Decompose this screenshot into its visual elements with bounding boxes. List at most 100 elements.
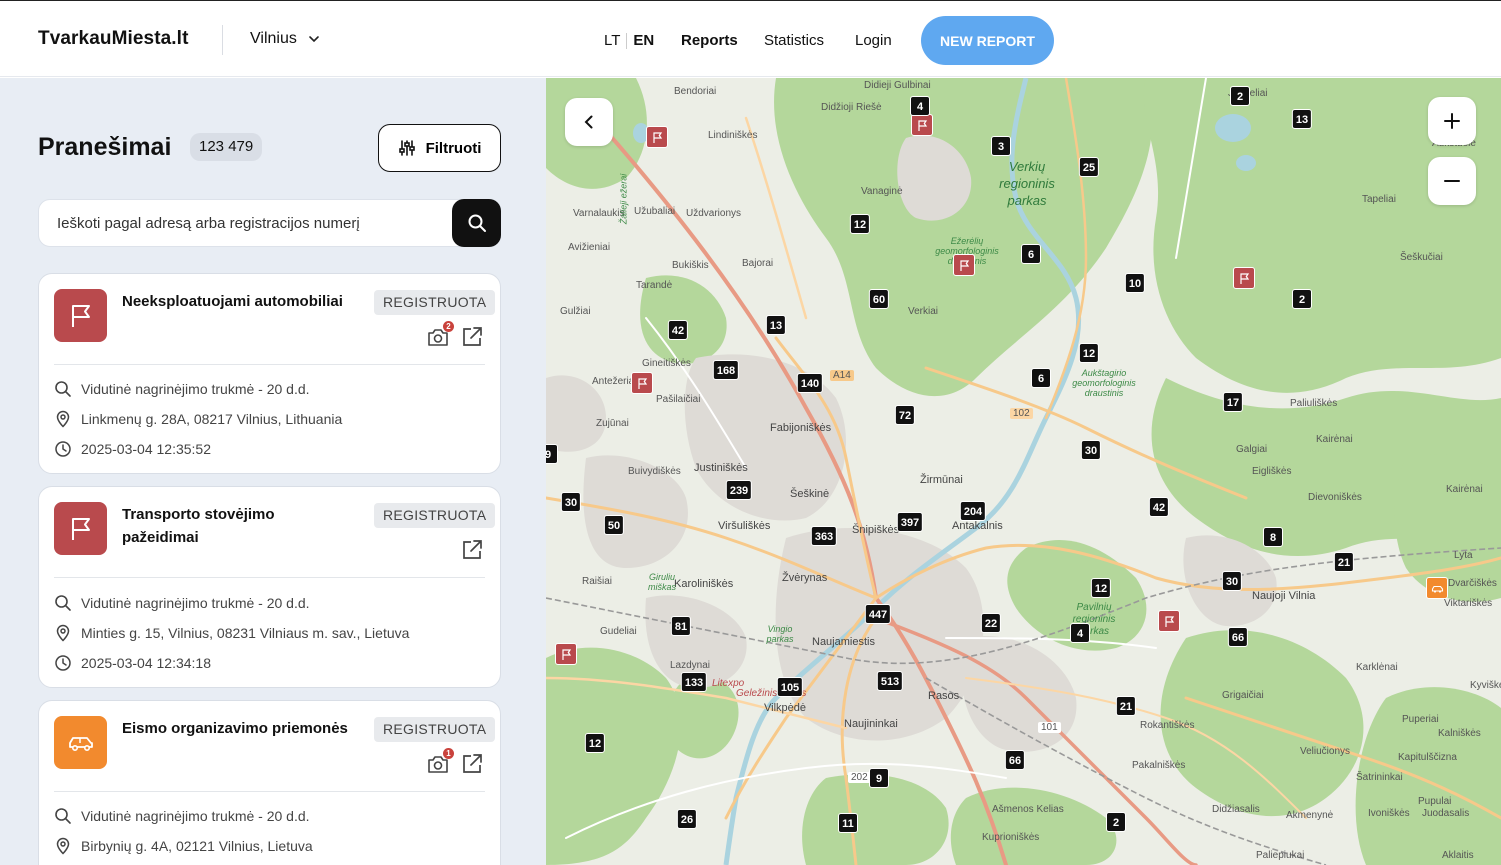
photo-count-badge: 2 — [443, 321, 454, 332]
map-cluster[interactable]: 9 — [546, 444, 558, 464]
new-report-button[interactable]: NEW REPORT — [921, 16, 1054, 65]
report-card[interactable]: Eismo organizavimo priemonės REGISTRUOTA… — [38, 700, 501, 865]
report-card[interactable]: Transporto stovėjimo pažeidimai REGISTRU… — [38, 486, 501, 688]
zoom-in-button[interactable] — [1428, 97, 1476, 145]
map-report-marker[interactable] — [555, 643, 577, 665]
filter-button[interactable]: Filtruoti — [378, 124, 501, 172]
search-button[interactable] — [452, 199, 501, 247]
lang-en[interactable]: EN — [633, 32, 654, 49]
map-cluster[interactable]: 12 — [1090, 578, 1112, 598]
map-cluster[interactable]: 6 — [1021, 244, 1041, 264]
map-cluster[interactable]: 30 — [1221, 571, 1243, 591]
map-label: Eigliškės — [1252, 466, 1292, 477]
map-cluster[interactable]: 21 — [1333, 552, 1355, 572]
map-cluster[interactable]: 10 — [1124, 273, 1146, 293]
flag-icon — [917, 119, 927, 131]
map-cluster[interactable]: 12 — [1078, 343, 1100, 363]
map-cluster[interactable]: 42 — [1148, 497, 1170, 517]
map-label: Grigaičiai — [1222, 690, 1264, 701]
map-cluster[interactable]: 513 — [876, 671, 904, 691]
map-label: Šatrininkai — [1356, 772, 1403, 783]
map-cluster[interactable]: 12 — [849, 214, 871, 234]
chevron-down-icon — [309, 36, 319, 43]
map-label: Pašilaičiai — [656, 394, 701, 405]
map-cluster[interactable]: 17 — [1222, 392, 1244, 412]
map-cluster[interactable]: 204 — [959, 501, 987, 521]
map-cluster[interactable]: 30 — [1080, 440, 1102, 460]
card-divider — [54, 791, 485, 792]
lang-lt[interactable]: LT — [604, 32, 620, 49]
sliders-icon — [398, 140, 415, 156]
map-cluster[interactable]: 50 — [603, 515, 625, 535]
map-label: Didžiasalis — [1212, 804, 1260, 815]
map-cluster[interactable]: 9 — [869, 768, 889, 788]
map-cluster[interactable]: 2 — [1106, 812, 1126, 832]
map-label: Rokantiškės — [1140, 720, 1195, 731]
map-label: Žvėrynas — [782, 572, 828, 584]
map-cluster[interactable]: 66 — [1227, 627, 1249, 647]
map-cluster[interactable]: 168 — [712, 360, 740, 380]
collapse-panel-button[interactable] — [565, 98, 613, 146]
nav-login[interactable]: Login — [855, 32, 892, 49]
map-label: Karoliniškės — [674, 578, 734, 590]
nav-reports[interactable]: Reports — [681, 32, 738, 49]
map-cluster[interactable]: 105 — [776, 677, 804, 697]
map-report-marker[interactable] — [1426, 577, 1448, 599]
map-cluster[interactable]: 2 — [1230, 86, 1250, 106]
nav-statistics[interactable]: Statistics — [764, 32, 824, 49]
map-report-marker[interactable] — [911, 114, 933, 136]
map-cluster[interactable]: 3 — [991, 136, 1011, 156]
map-report-marker[interactable] — [1158, 610, 1180, 632]
map-cluster[interactable]: 239 — [725, 480, 753, 500]
map-cluster[interactable]: 60 — [868, 289, 890, 309]
map-report-marker[interactable] — [631, 372, 653, 394]
map-cluster[interactable]: 2 — [1292, 289, 1312, 309]
map-cluster[interactable]: 12 — [584, 733, 606, 753]
map-cluster[interactable]: 21 — [1115, 696, 1137, 716]
external-link-icon[interactable] — [460, 538, 484, 562]
external-link-icon[interactable] — [460, 752, 484, 776]
map-cluster[interactable]: 447 — [864, 604, 892, 624]
report-card[interactable]: Neeksploatuojami automobiliai REGISTRUOT… — [38, 273, 501, 474]
map-label: Juodasalis — [1422, 808, 1470, 819]
location-pin-icon — [56, 624, 70, 642]
map-label: Varnalaukis — [573, 208, 625, 219]
map-cluster[interactable]: 42 — [667, 320, 689, 340]
map-cluster[interactable]: 26 — [676, 809, 698, 829]
city-selector[interactable]: Vilnius — [250, 30, 321, 48]
map-cluster[interactable]: 4 — [1070, 623, 1090, 643]
map-cluster[interactable]: 13 — [1291, 109, 1313, 129]
map-cluster[interactable]: 22 — [980, 613, 1002, 633]
map-cluster[interactable]: 72 — [894, 405, 916, 425]
map-report-marker[interactable] — [953, 254, 975, 276]
map-report-marker[interactable] — [1233, 267, 1255, 289]
search-input[interactable] — [57, 200, 447, 246]
reports-sidebar: Pranešimai 123 479 Filtruoti Neeksploatu… — [0, 78, 546, 865]
site-logo[interactable]: TvarkauMiesta.lt — [38, 28, 189, 50]
duration-text: Vidutinė nagrinėjimo trukmė - 20 d.d. — [81, 595, 310, 611]
map-cluster[interactable]: 397 — [896, 512, 924, 532]
map-cluster[interactable]: 30 — [560, 492, 582, 512]
map-cluster[interactable]: 140 — [796, 373, 824, 393]
lang-divider — [626, 32, 628, 49]
map-cluster[interactable]: 11 — [838, 813, 858, 833]
map-cluster[interactable]: 8 — [1263, 527, 1283, 547]
photos-indicator[interactable]: 2 — [426, 321, 454, 349]
map-cluster[interactable]: 6 — [1031, 368, 1051, 388]
external-link-icon[interactable] — [460, 325, 484, 349]
map-cluster[interactable]: 81 — [670, 616, 692, 636]
map-cluster[interactable]: 4 — [910, 96, 930, 116]
map-cluster[interactable]: 13 — [765, 315, 787, 335]
map-cluster[interactable]: 66 — [1004, 750, 1026, 770]
map-label: Didieji Gulbinai — [864, 80, 931, 91]
map-view[interactable]: Didieji Gulbinai Bendoriai Didžioji Rieš… — [546, 78, 1501, 865]
map-cluster[interactable]: 363 — [810, 526, 838, 546]
map-cluster[interactable]: 133 — [680, 672, 708, 692]
map-cluster[interactable]: 25 — [1078, 157, 1100, 177]
status-badge: REGISTRUOTA — [374, 290, 496, 315]
map-label: Ašmenos Kelias — [992, 804, 1064, 815]
photos-indicator[interactable]: 1 — [426, 748, 454, 776]
zoom-out-button[interactable] — [1428, 157, 1476, 205]
map-report-marker[interactable] — [646, 126, 668, 148]
map-label: Gineitiškės — [642, 358, 691, 369]
